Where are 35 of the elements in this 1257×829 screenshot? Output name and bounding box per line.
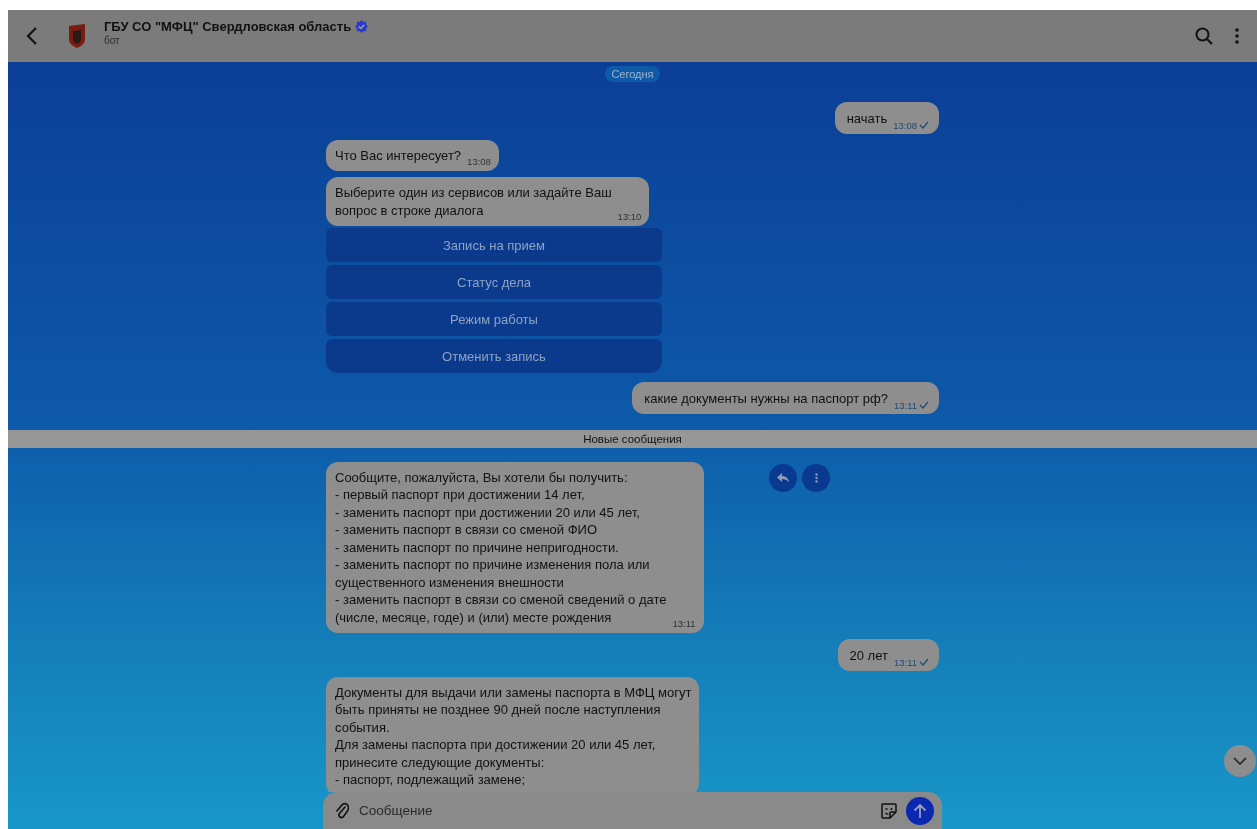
message-text: Сообщите, пожалуйста, Вы хотели бы получить: - первый паспорт при достижении 14 лет, - заменить паспорт при достижении 20 или 45 лет, - заменить паспорт в связи со сменой ФИО - заменить паспорт по причине непригодности. - заменить паспорт по причине изменения пола или существенного изменения внешности - заменить паспорт в связи со сменой сведений о дате (числе, месяце, годе) и (или) месте рождения: [335, 468, 667, 626]
shield-logo-icon: [66, 23, 88, 49]
more-dots-icon: [814, 472, 818, 483]
reply-button[interactable]: [769, 463, 797, 492]
chat-title: ГБУ СО "МФЦ" Свердловская область: [104, 18, 352, 34]
message-field[interactable]: Сообщение: [323, 792, 942, 829]
chat-subtitle: бот: [104, 34, 121, 46]
send-button[interactable]: [906, 796, 934, 825]
message-text: Документы для выдачи или замены паспорта в МФЦ могут быть приняты не позднее 90 дней после наступления события. Для замены паспорта при достижении 20 или 45 лет, принесите следующие документы: - паспорт, подлежащий замене;: [335, 683, 692, 789]
message-time: 13:10: [617, 211, 642, 222]
sticker-icon[interactable]: [880, 801, 898, 820]
scroll-down-button[interactable]: [1224, 745, 1256, 777]
message-text: какие документы нужны на паспорт рф?: [644, 390, 888, 408]
bot-keyboard-button[interactable]: Отменить запись: [326, 339, 662, 373]
message-time: 13:11: [672, 618, 696, 629]
menu-icon[interactable]: [1235, 28, 1239, 44]
bot-keyboard-button[interactable]: Режим работы: [326, 302, 662, 336]
up-arrow-icon: [913, 802, 927, 819]
message-text: 20 лет: [849, 647, 888, 665]
message-text: начать: [846, 110, 888, 128]
message-time: 13:11: [893, 656, 917, 668]
chevron-down-icon: [1233, 757, 1247, 765]
paperclip-icon[interactable]: [335, 801, 349, 820]
date-chip: Сегодня: [605, 66, 660, 82]
message-time: 13:08: [893, 119, 917, 131]
back-icon[interactable]: [26, 26, 38, 46]
message-input[interactable]: Сообщение: [357, 802, 872, 819]
message-time: 13:11: [893, 399, 917, 411]
bot-keyboard-button[interactable]: Запись на прием: [326, 228, 662, 262]
message-text: Выберите один из сервисов или задайте Ваш вопрос в строке диалога: [335, 184, 612, 219]
search-icon[interactable]: [1195, 27, 1213, 45]
bot-keyboard-button[interactable]: Статус дела: [326, 265, 662, 299]
message-time: 13:08: [467, 156, 491, 167]
message-text: Что Вас интересует?: [335, 146, 462, 164]
reply-arrow-icon: [777, 472, 789, 483]
